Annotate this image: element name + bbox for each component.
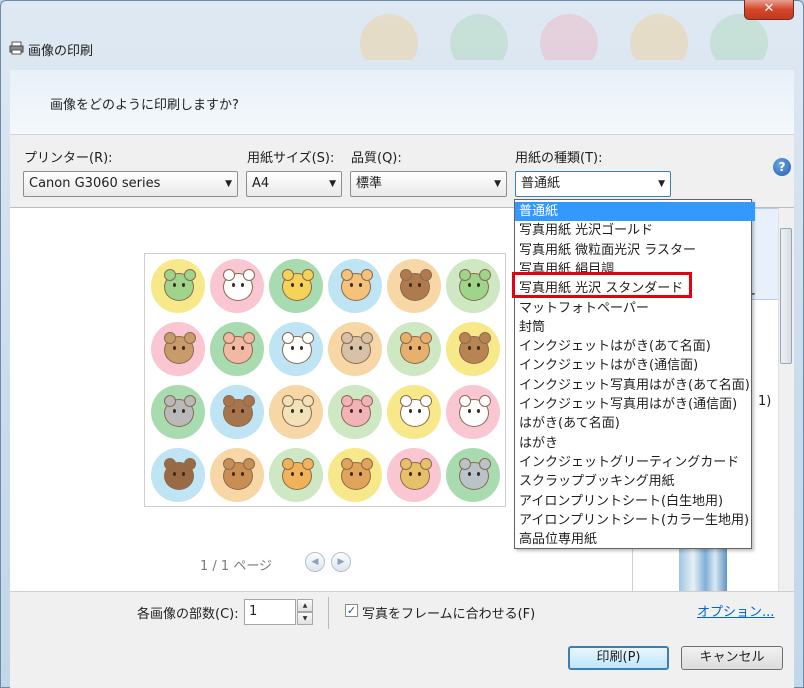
chevron-down-icon: ▼ bbox=[225, 179, 232, 189]
animal-sticker-icon bbox=[446, 385, 500, 439]
dialog-footer bbox=[10, 633, 794, 688]
quality-select-value: 標準 bbox=[356, 176, 383, 191]
paper-type-option[interactable]: 高品位専用紙 bbox=[515, 530, 755, 549]
paper-type-option[interactable]: インクジェット写真用はがき(通信面) bbox=[515, 395, 755, 414]
animal-sticker-icon bbox=[269, 259, 323, 313]
paper-type-option[interactable]: マットフォトペーパー bbox=[515, 299, 755, 318]
help-icon[interactable]: ? bbox=[773, 158, 791, 176]
paper-type-option[interactable]: はがき bbox=[515, 434, 755, 453]
scrollbar-thumb[interactable] bbox=[780, 228, 792, 364]
options-link[interactable]: オプション... bbox=[697, 601, 774, 620]
animal-sticker-icon bbox=[387, 385, 441, 439]
animal-sticker-icon bbox=[151, 322, 205, 376]
paper-type-option[interactable]: 封筒 bbox=[515, 318, 755, 337]
paper-type-option[interactable]: アイロンプリントシート(カラー生地用) bbox=[515, 511, 755, 530]
divider bbox=[328, 597, 329, 629]
paper-type-option[interactable]: インクジェット写真用はがき(あて名面) bbox=[515, 376, 755, 395]
animal-sticker-icon bbox=[446, 322, 500, 376]
options-row: プリンター(R): Canon G3060 series ▼ 用紙サイズ(S):… bbox=[10, 135, 794, 208]
animal-sticker-icon bbox=[387, 448, 441, 502]
animal-sticker-icon bbox=[328, 385, 382, 439]
chevron-down-icon: ▼ bbox=[494, 179, 501, 189]
spin-down-button[interactable]: ▼ bbox=[297, 612, 313, 625]
animal-sticker-icon bbox=[151, 259, 205, 313]
paper-type-select-value: 普通紙 bbox=[521, 176, 561, 191]
animal-sticker-icon bbox=[151, 385, 205, 439]
chevron-down-icon: ▼ bbox=[658, 179, 665, 189]
page-indicator: 1 / 1 ページ bbox=[200, 559, 273, 574]
animal-sticker-icon bbox=[151, 448, 205, 502]
animal-sticker-icon bbox=[210, 385, 264, 439]
paper-size-label: 用紙サイズ(S): bbox=[247, 151, 335, 166]
paper-type-select[interactable]: 普通紙 ▼ bbox=[515, 171, 671, 197]
copies-input[interactable]: 1 bbox=[244, 599, 296, 625]
animal-sticker-icon bbox=[328, 322, 382, 376]
cancel-button[interactable]: キャンセル bbox=[681, 646, 783, 670]
print-button[interactable]: 印刷(P) bbox=[568, 646, 669, 670]
paper-type-option[interactable]: 写真用紙 微粒面光沢 ラスター bbox=[515, 241, 755, 260]
window-title: 画像の印刷 bbox=[28, 44, 94, 59]
animal-sticker-icon bbox=[328, 259, 382, 313]
paper-type-option[interactable]: インクジェットはがき(通信面) bbox=[515, 356, 755, 375]
fit-to-frame-label: 写真をフレームに合わせる(F) bbox=[362, 607, 536, 622]
spin-up-button[interactable]: ▲ bbox=[297, 599, 313, 612]
quality-label: 品質(Q): bbox=[351, 151, 402, 166]
paper-size-select[interactable]: A4 ▼ bbox=[246, 171, 342, 197]
printer-label: プリンター(R): bbox=[24, 151, 113, 166]
animal-sticker-icon bbox=[387, 259, 441, 313]
animal-sticker-icon bbox=[446, 259, 500, 313]
paper-type-option[interactable]: 普通紙 bbox=[515, 202, 755, 221]
thumbnail-partial-label: 1) bbox=[758, 394, 772, 409]
paper-type-option[interactable]: スクラップブッキング用紙 bbox=[515, 472, 755, 491]
animal-sticker-icon bbox=[269, 385, 323, 439]
paper-size-select-value: A4 bbox=[252, 176, 270, 191]
animal-sticker-icon bbox=[210, 448, 264, 502]
paper-type-option[interactable]: はがき(あて名面) bbox=[515, 414, 755, 433]
header-question: 画像をどのように印刷しますか? bbox=[50, 98, 239, 113]
copies-label: 各画像の部数(C): bbox=[137, 607, 239, 622]
titlebar-decoration bbox=[360, 0, 780, 60]
animal-sticker-icon bbox=[387, 322, 441, 376]
next-page-button[interactable]: ▶ bbox=[331, 552, 351, 572]
fit-to-frame-checkbox[interactable]: ✓ bbox=[345, 604, 358, 617]
printer-select[interactable]: Canon G3060 series ▼ bbox=[23, 171, 238, 197]
paper-type-option[interactable]: インクジェットグリーティングカード bbox=[515, 453, 755, 472]
animal-sticker-icon bbox=[446, 448, 500, 502]
dialog-header: 画像をどのように印刷しますか? bbox=[10, 70, 794, 135]
paper-type-option[interactable]: アイロンプリントシート(白生地用) bbox=[515, 492, 755, 511]
animal-sticker-icon bbox=[210, 322, 264, 376]
paper-type-option[interactable]: インクジェットはがき(あて名面) bbox=[515, 337, 755, 356]
prev-page-button[interactable]: ◀ bbox=[305, 552, 325, 572]
paper-type-option[interactable]: 写真用紙 光沢ゴールド bbox=[515, 221, 755, 240]
paper-type-dropdown-list[interactable]: 普通紙 写真用紙 光沢ゴールド 写真用紙 微粒面光沢 ラスター 写真用紙 絹目調 写真用… bbox=[514, 199, 755, 549]
quality-select[interactable]: 標準 ▼ bbox=[350, 171, 507, 197]
animal-sticker-icon bbox=[269, 322, 323, 376]
layout-thumbnail-image[interactable] bbox=[679, 546, 727, 591]
chevron-down-icon: ▼ bbox=[329, 179, 336, 189]
close-button[interactable]: ✕ bbox=[744, 0, 794, 20]
printer-select-value: Canon G3060 series bbox=[29, 176, 161, 191]
animal-sticker-icon bbox=[269, 448, 323, 502]
paper-type-label: 用紙の種類(T): bbox=[515, 151, 603, 166]
animal-sticker-icon bbox=[210, 259, 264, 313]
highlight-annotation-box bbox=[512, 272, 692, 298]
animal-sticker-icon bbox=[328, 448, 382, 502]
print-preview-page bbox=[144, 253, 506, 507]
printer-icon bbox=[9, 41, 24, 55]
